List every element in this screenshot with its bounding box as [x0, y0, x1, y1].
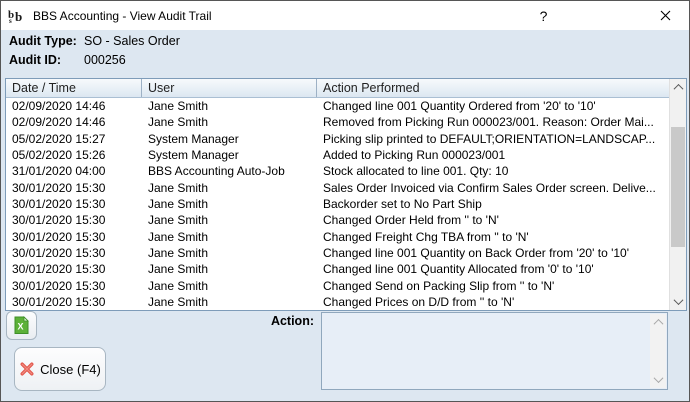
table-header: Date / Time User Action Performed: [6, 79, 669, 98]
action-scroll-down-button[interactable]: [650, 371, 666, 388]
svg-text:s: s: [9, 17, 12, 24]
cell-action: Changed line 001 Quantity Allocated from…: [323, 262, 594, 277]
window-close-button[interactable]: [642, 1, 689, 30]
cell-user: System Manager: [148, 131, 239, 146]
export-excel-button[interactable]: X: [6, 311, 37, 340]
window-title: BBS Accounting - View Audit Trail: [33, 8, 212, 23]
audit-trail-dialog: b s b BBS Accounting - View Audit Trail …: [0, 0, 690, 402]
audit-id-value: 000256: [84, 53, 126, 67]
table-row[interactable]: 05/02/2020 15:26 System Manager Added to…: [6, 147, 669, 164]
column-header-user[interactable]: User: [142, 79, 317, 97]
scroll-up-button[interactable]: [670, 79, 686, 96]
cell-datetime: 02/09/2020 14:46: [12, 99, 106, 113]
cell-action: Changed Freight Chg TBA from '' to 'N': [323, 229, 529, 244]
cell-datetime: 30/01/2020 15:30: [12, 229, 106, 244]
cell-user: BBS Accounting Auto-Job: [148, 164, 285, 179]
title-bar: b s b BBS Accounting - View Audit Trail …: [1, 1, 689, 30]
close-f4-label: Close (F4): [40, 361, 101, 377]
table-scrollbar[interactable]: [669, 79, 686, 310]
table-row[interactable]: 30/01/2020 15:30 Jane Smith Changed line…: [6, 261, 669, 278]
cell-action: Removed from Picking Run 000023/001. Rea…: [323, 115, 654, 130]
cell-user: Jane Smith: [148, 278, 209, 293]
cell-action: Changed Send on Packing Slip from '' to …: [323, 278, 555, 293]
cell-datetime: 30/01/2020 15:30: [12, 262, 106, 277]
cell-user: Jane Smith: [148, 246, 209, 261]
cell-action: Picking slip printed to DEFAULT;ORIENTAT…: [323, 131, 656, 146]
cell-user: Jane Smith: [148, 295, 209, 310]
table-row[interactable]: 30/01/2020 15:30 Jane Smith Changed Pric…: [6, 294, 669, 310]
cell-action: Added to Picking Run 000023/001: [323, 148, 506, 163]
cell-action: Changed line 001 Quantity Ordered from '…: [323, 99, 596, 113]
cell-action: Sales Order Invoiced via Confirm Sales O…: [323, 180, 656, 195]
chevron-down-icon: [673, 295, 683, 306]
table-body: 02/09/2020 14:46 Jane Smith Changed line…: [6, 98, 669, 310]
help-icon: ?: [539, 7, 548, 24]
cell-user: Jane Smith: [148, 99, 209, 113]
cell-datetime: 30/01/2020 15:30: [12, 197, 106, 212]
cell-action: Changed Prices on D/D from '' to 'N': [323, 295, 515, 310]
table-row[interactable]: 30/01/2020 15:30 Jane Smith Changed Send…: [6, 277, 669, 295]
close-f4-button[interactable]: Close (F4): [14, 347, 106, 391]
cell-action: Changed line 001 Quantity on Back Order …: [323, 246, 630, 261]
cell-action: Backorder set to No Part Ship: [323, 197, 482, 212]
chevron-up-icon: [673, 83, 683, 94]
audit-trail-table: Date / Time User Action Performed 02/09/…: [5, 78, 687, 311]
cell-datetime: 30/01/2020 15:30: [12, 278, 106, 293]
audit-id-label: Audit ID:: [9, 53, 62, 67]
cell-action: Changed Order Held from '' to 'N': [323, 213, 499, 228]
table-row[interactable]: 30/01/2020 15:30 Jane Smith Backorder se…: [6, 196, 669, 213]
red-x-icon: [20, 362, 34, 376]
table-row[interactable]: 30/01/2020 15:30 Jane Smith Sales Order …: [6, 179, 669, 197]
cell-user: Jane Smith: [148, 229, 209, 244]
chevron-up-icon: [653, 318, 663, 329]
action-scrollbar[interactable]: [650, 314, 666, 388]
audit-type-value: SO - Sales Order: [84, 34, 180, 48]
table-row[interactable]: 30/01/2020 15:30 Jane Smith Changed line…: [6, 245, 669, 262]
cell-datetime: 30/01/2020 15:30: [12, 295, 106, 310]
cell-datetime: 05/02/2020 15:26: [12, 148, 106, 163]
table-row[interactable]: 05/02/2020 15:27 System Manager Picking …: [6, 130, 669, 148]
cell-datetime: 30/01/2020 15:30: [12, 246, 106, 261]
table-row[interactable]: 02/09/2020 14:46 Jane Smith Removed from…: [6, 114, 669, 131]
action-textarea-value: [326, 316, 647, 386]
action-textarea[interactable]: [321, 312, 668, 390]
column-header-action[interactable]: Action Performed: [317, 79, 669, 97]
table-row[interactable]: 30/01/2020 15:30 Jane Smith Changed Orde…: [6, 212, 669, 229]
chevron-down-icon: [653, 373, 663, 384]
cell-user: Jane Smith: [148, 213, 209, 228]
excel-export-icon: X: [14, 316, 29, 334]
cell-datetime: 02/09/2020 14:46: [12, 115, 106, 130]
svg-text:X: X: [17, 322, 23, 332]
cell-datetime: 30/01/2020 15:30: [12, 180, 106, 195]
cell-user: Jane Smith: [148, 262, 209, 277]
help-button[interactable]: ?: [521, 1, 566, 30]
cell-datetime: 30/01/2020 15:30: [12, 213, 106, 228]
cell-user: System Manager: [148, 148, 239, 163]
action-scroll-up-button[interactable]: [650, 314, 666, 331]
table-row[interactable]: 30/01/2020 15:30 Jane Smith Changed Frei…: [6, 228, 669, 246]
cell-datetime: 05/02/2020 15:27: [12, 131, 106, 146]
cell-user: Jane Smith: [148, 115, 209, 130]
audit-type-label: Audit Type:: [9, 34, 77, 48]
window-close-icon: [660, 10, 671, 21]
scroll-down-button[interactable]: [670, 293, 686, 310]
bbs-logo-icon: b s b: [8, 9, 22, 24]
table-row[interactable]: 02/09/2020 14:46 Jane Smith Changed line…: [6, 98, 669, 115]
cell-datetime: 31/01/2020 04:00: [12, 164, 106, 179]
cell-user: Jane Smith: [148, 197, 209, 212]
svg-text:b: b: [15, 9, 22, 24]
column-header-datetime[interactable]: Date / Time: [6, 79, 142, 97]
cell-action: Stock allocated to line 001. Qty: 10: [323, 164, 509, 179]
table-row[interactable]: 31/01/2020 04:00 BBS Accounting Auto-Job…: [6, 163, 669, 180]
action-label: Action:: [270, 314, 314, 328]
cell-user: Jane Smith: [148, 180, 209, 195]
scrollbar-thumb[interactable]: [671, 127, 685, 247]
